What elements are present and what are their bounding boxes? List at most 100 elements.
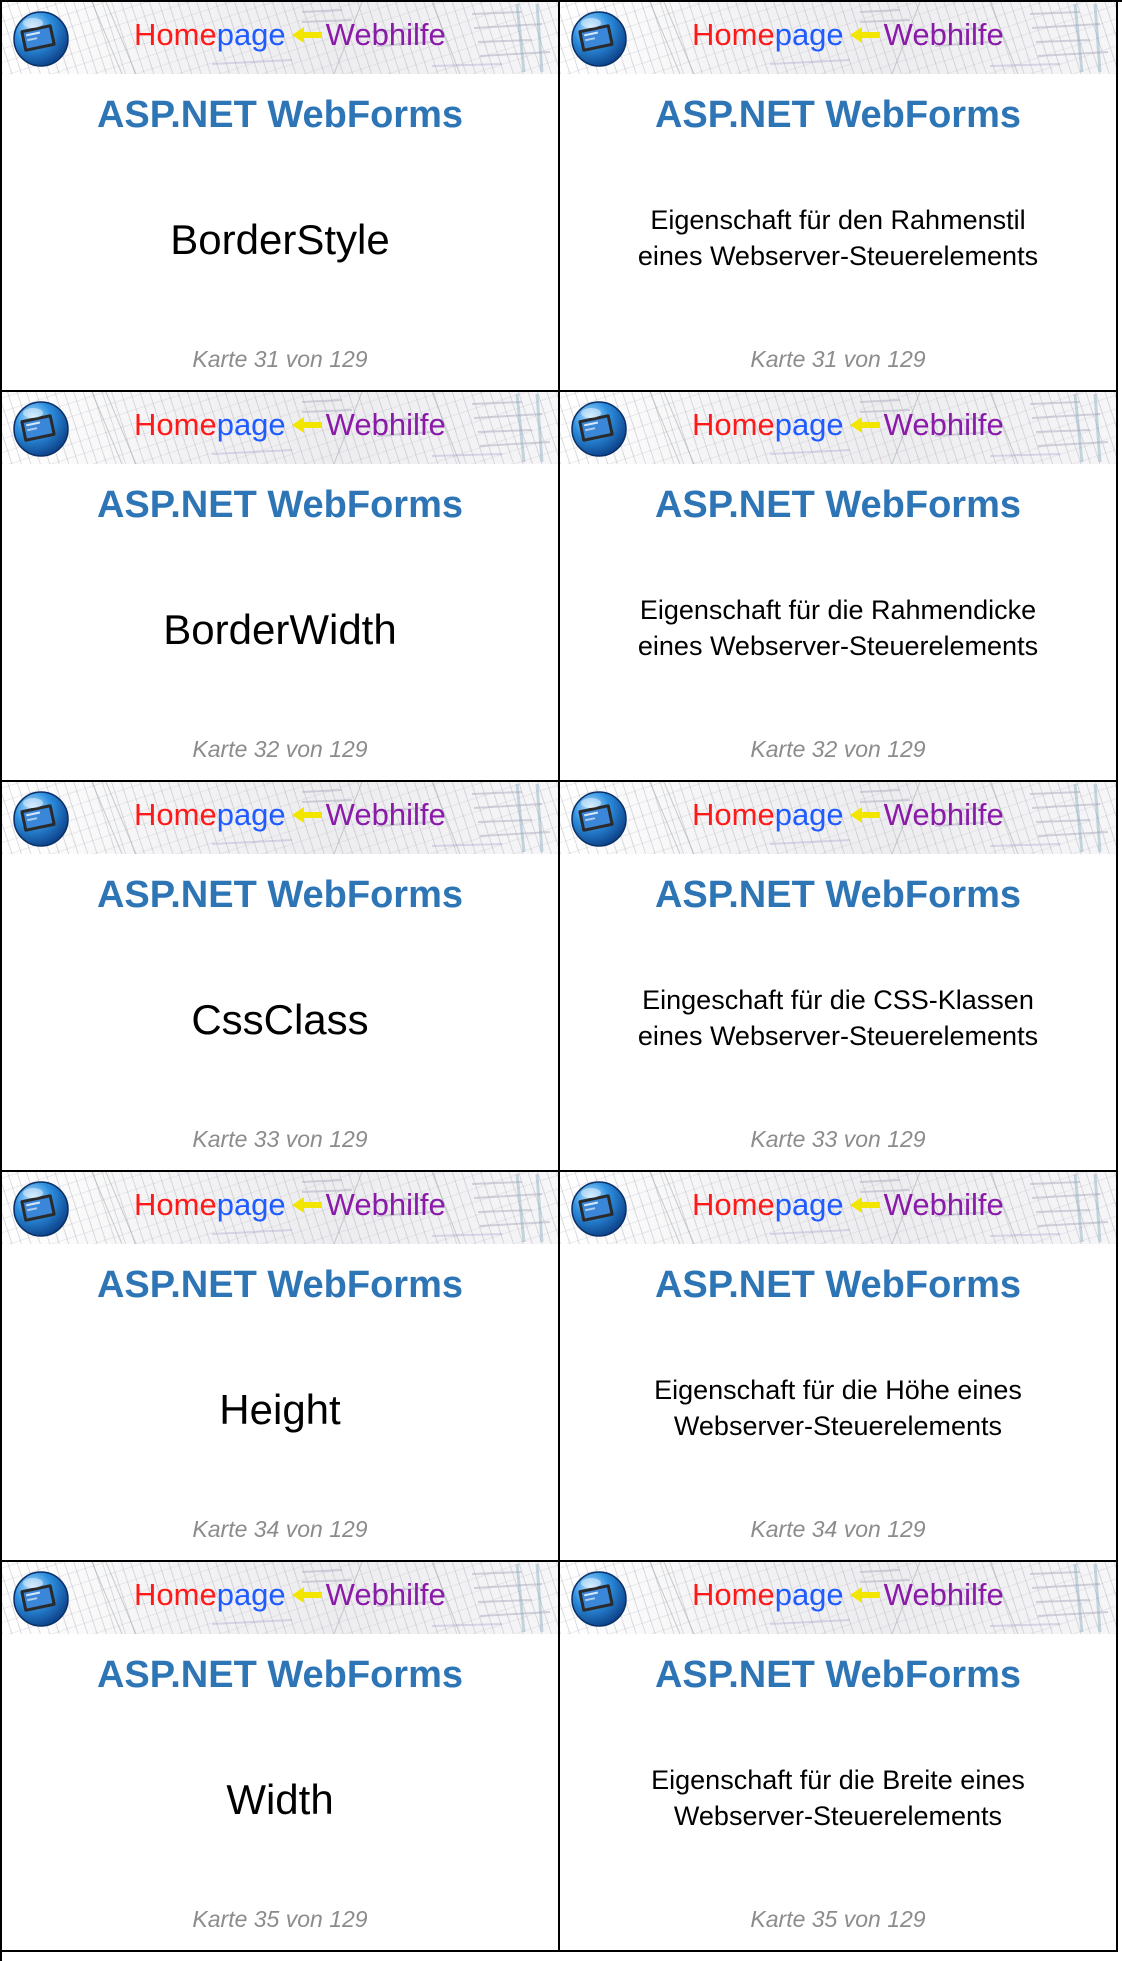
definition-line: Eigenschaft für den Rahmenstil: [650, 205, 1026, 235]
banner-page-text: page: [216, 1577, 286, 1612]
banner-home-text: Home: [134, 797, 217, 832]
card-title: ASP.NET WebForms: [654, 94, 1021, 136]
banner-page-text: page: [216, 17, 286, 52]
banner-webhilfe-text: Webhilfe: [883, 407, 1004, 442]
banner-page-text: page: [774, 797, 844, 832]
card-term: Height: [219, 1386, 341, 1433]
card-term: BorderStyle: [170, 216, 390, 263]
banner-webhilfe-text: Webhilfe: [883, 797, 1004, 832]
banner-webhilfe-text: Webhilfe: [325, 407, 446, 442]
banner-page-text: page: [216, 1187, 286, 1222]
banner-page-text: page: [774, 1187, 844, 1222]
banner-wordmark: Homepage Webhilfe: [692, 15, 1004, 55]
definition-line: eines Webserver-Steuerelements: [637, 631, 1039, 661]
arrow-left-icon: [291, 1196, 322, 1213]
banner-page-text: page: [216, 407, 286, 442]
card-term: Width: [226, 1776, 334, 1823]
card-term: CssClass: [191, 996, 369, 1043]
card-title: ASP.NET WebForms: [654, 1264, 1021, 1306]
banner-wordmark: Homepage Webhilfe: [692, 1575, 1004, 1615]
card-banner: Homepage Webhilfe: [560, 2, 1116, 74]
banner-page-text: page: [774, 17, 844, 52]
flashcard-sheet: Homepage Webhilfe ASP.NET WebForms BorderS…: [0, 0, 1122, 1961]
banner-webhilfe-text: Webhilfe: [325, 1577, 446, 1612]
definition-line: eines Webserver-Steuerelements: [637, 241, 1039, 271]
arrow-left-icon: [849, 1586, 880, 1603]
card-number: Karte 33 von 129: [750, 1126, 926, 1152]
definition-line: Eigenschaft für die Rahmendicke: [639, 595, 1037, 625]
card-title: ASP.NET WebForms: [96, 1654, 463, 1696]
banner-wordmark: Homepage Webhilfe: [134, 405, 446, 445]
card-number: Karte 32 von 129: [192, 736, 368, 762]
banner-wordmark: Homepage Webhilfe: [134, 795, 446, 835]
globe-logo-icon: [13, 791, 69, 847]
banner-webhilfe-text: Webhilfe: [325, 17, 446, 52]
flashcard-back: Homepage Webhilfe ASP.NET WebForms Eigensc…: [560, 1172, 1118, 1562]
globe-logo-icon: [13, 401, 69, 457]
flashcard-back: Homepage Webhilfe ASP.NET WebForms Eigensc…: [560, 392, 1118, 782]
card-banner: Homepage Webhilfe: [2, 392, 558, 464]
arrow-left-icon: [291, 1586, 322, 1603]
flashcard-front: Homepage Webhilfe ASP.NET WebForms CssClas…: [2, 782, 560, 1172]
flashcard-back: Homepage Webhilfe ASP.NET WebForms Eigensc…: [560, 2, 1118, 392]
card-definition: Eigenschaft für den Rahmenstil eines Webs…: [580, 202, 1096, 274]
definition-line: Eigenschaft für die Breite eines: [651, 1765, 1025, 1795]
card-banner: Homepage Webhilfe: [2, 782, 558, 854]
banner-page-text: page: [774, 407, 844, 442]
card-number: Karte 33 von 129: [192, 1126, 368, 1152]
card-number: Karte 35 von 129: [192, 1906, 368, 1932]
banner-home-text: Home: [134, 1187, 217, 1222]
definition-line: eines Webserver-Steuerelements: [637, 1021, 1039, 1051]
card-title: ASP.NET WebForms: [96, 94, 463, 136]
flashcard-back: Homepage Webhilfe ASP.NET WebForms Eingesc…: [560, 782, 1118, 1172]
arrow-left-icon: [849, 416, 880, 433]
banner-wordmark: Homepage Webhilfe: [134, 1575, 446, 1615]
globe-logo-icon: [571, 791, 627, 847]
banner-webhilfe-text: Webhilfe: [325, 1187, 446, 1222]
card-title: ASP.NET WebForms: [96, 1264, 463, 1306]
flashcard-front: Homepage Webhilfe ASP.NET WebForms BorderS…: [2, 2, 560, 392]
globe-logo-icon: [13, 1571, 69, 1627]
card-term: BorderWidth: [163, 606, 397, 653]
banner-home-text: Home: [692, 17, 775, 52]
arrow-left-icon: [849, 26, 880, 43]
arrow-left-icon: [849, 1196, 880, 1213]
banner-webhilfe-text: Webhilfe: [883, 1577, 1004, 1612]
banner-home-text: Home: [134, 407, 217, 442]
banner-wordmark: Homepage Webhilfe: [692, 795, 1004, 835]
flashcard-back: Homepage Webhilfe ASP.NET WebForms Eigensc…: [560, 1562, 1118, 1952]
banner-webhilfe-text: Webhilfe: [883, 17, 1004, 52]
flashcard-front: Homepage Webhilfe ASP.NET WebForms BorderW…: [2, 392, 560, 782]
flashcard-front: Homepage Webhilfe ASP.NET WebForms Height K…: [2, 1172, 560, 1562]
globe-logo-icon: [13, 1181, 69, 1237]
card-number: Karte 31 von 129: [192, 346, 368, 372]
card-number: Karte 34 von 129: [192, 1516, 368, 1542]
card-definition: Eingeschaft für die CSS-Klassen eines Web…: [580, 982, 1096, 1054]
globe-logo-icon: [571, 1181, 627, 1237]
banner-wordmark: Homepage Webhilfe: [692, 405, 1004, 445]
banner-home-text: Home: [134, 17, 217, 52]
card-banner: Homepage Webhilfe: [560, 392, 1116, 464]
banner-home-text: Home: [134, 1577, 217, 1612]
card-banner: Homepage Webhilfe: [2, 2, 558, 74]
banner-webhilfe-text: Webhilfe: [325, 797, 446, 832]
globe-logo-icon: [13, 11, 69, 67]
card-title: ASP.NET WebForms: [654, 874, 1021, 916]
card-title: ASP.NET WebForms: [96, 874, 463, 916]
card-banner: Homepage Webhilfe: [560, 782, 1116, 854]
banner-wordmark: Homepage Webhilfe: [692, 1185, 1004, 1225]
banner-page-text: page: [216, 797, 286, 832]
arrow-left-icon: [291, 416, 322, 433]
banner-page-text: page: [774, 1577, 844, 1612]
card-definition: Eigenschaft für die Breite eines Webserve…: [580, 1762, 1096, 1834]
definition-line: Webserver-Steuerelements: [673, 1411, 1003, 1441]
banner-home-text: Home: [692, 407, 775, 442]
card-title: ASP.NET WebForms: [96, 484, 463, 526]
card-number: Karte 35 von 129: [750, 1906, 926, 1932]
card-title: ASP.NET WebForms: [654, 484, 1021, 526]
arrow-left-icon: [849, 806, 880, 823]
card-banner: Homepage Webhilfe: [2, 1172, 558, 1244]
card-number: Karte 34 von 129: [750, 1516, 926, 1542]
arrow-left-icon: [291, 26, 322, 43]
flashcard-front: Homepage Webhilfe ASP.NET WebForms Width Ka…: [2, 1562, 560, 1952]
